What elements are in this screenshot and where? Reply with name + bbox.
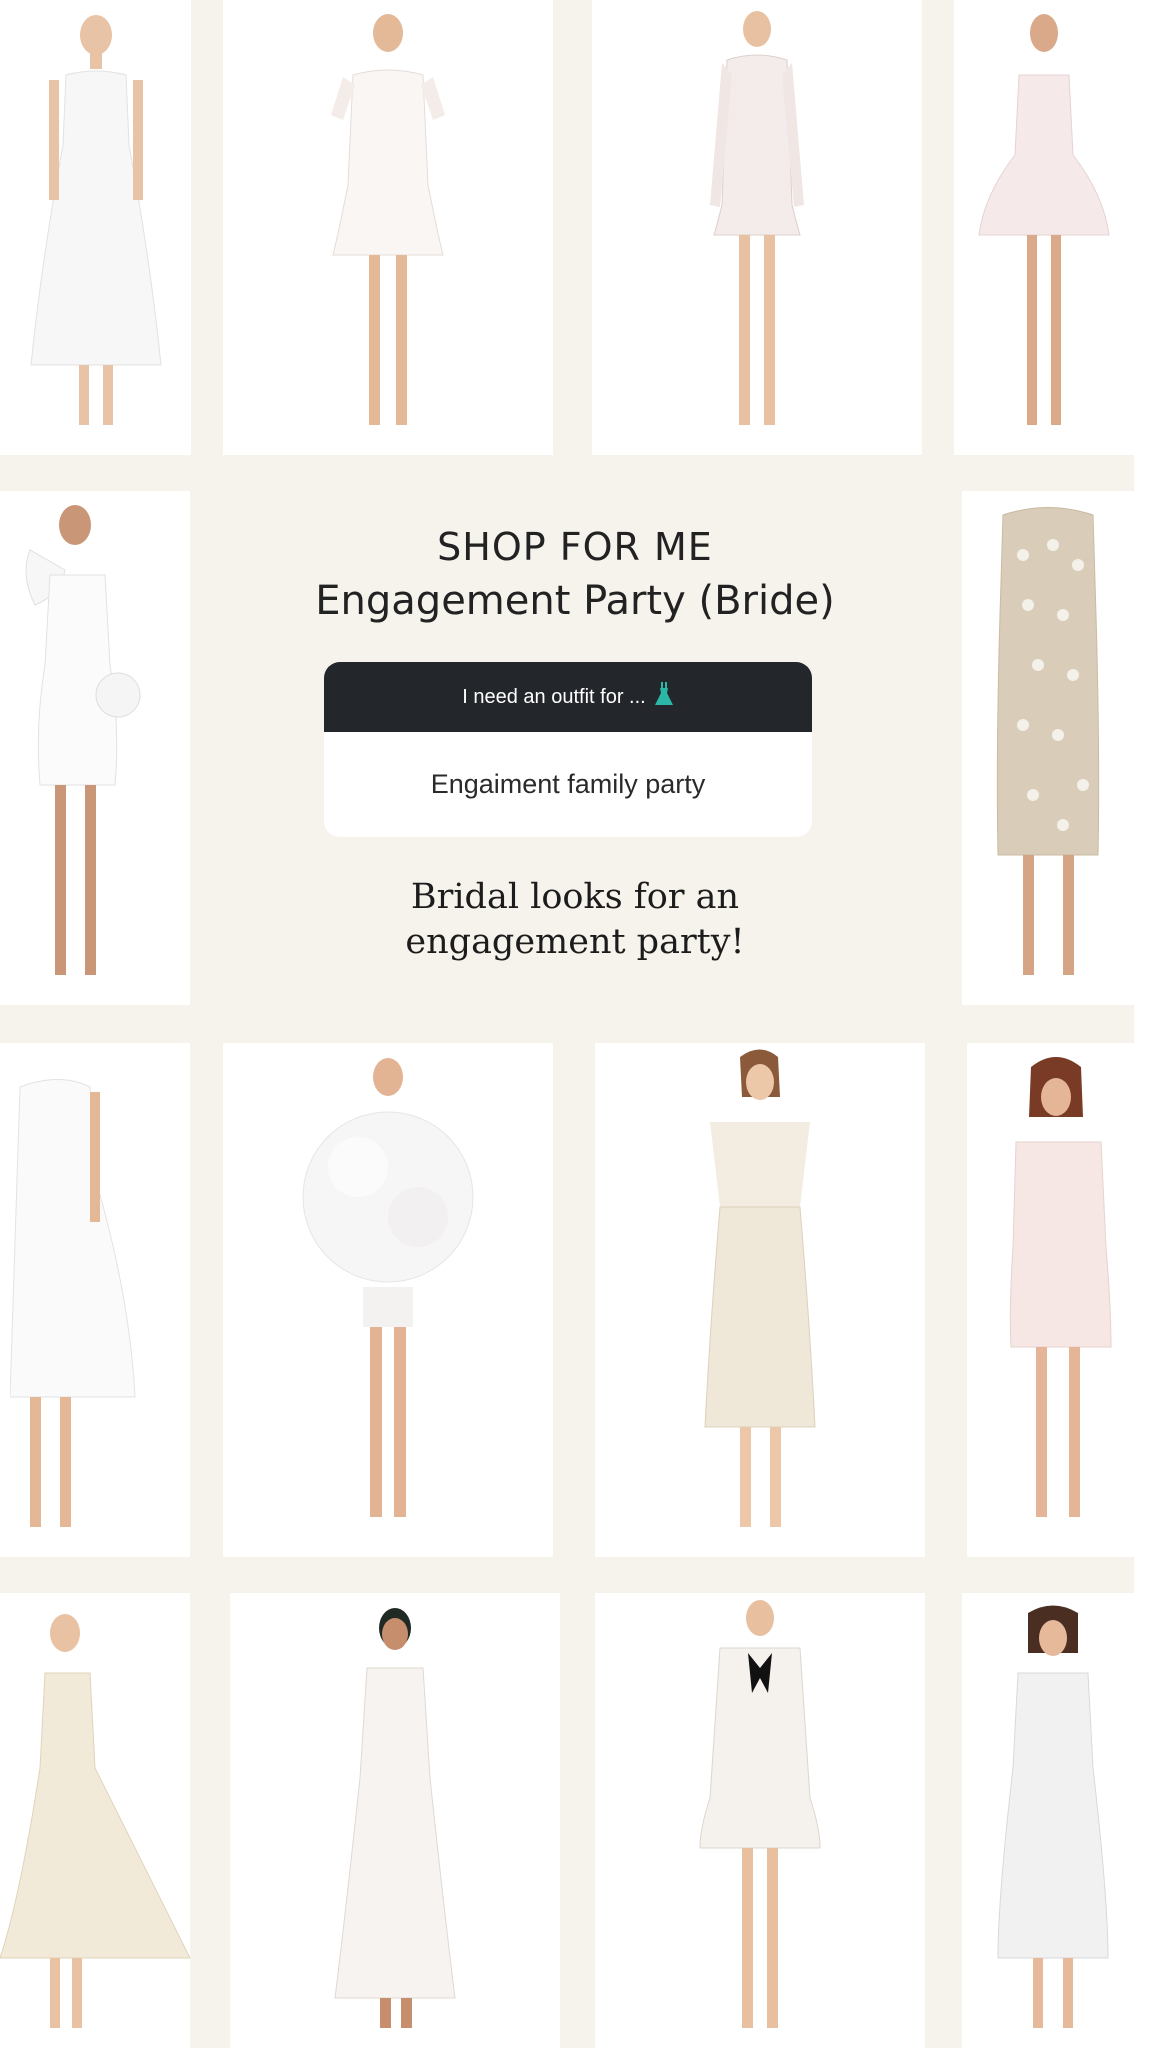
dress-figure [699, 1600, 821, 2028]
dress-figure [334, 1608, 456, 2028]
shop-for-me-page: SHOP FOR ME Engagement Party (Bride) I n… [0, 0, 1152, 2048]
dress-figure [10, 1079, 136, 1527]
dress-figure [996, 507, 1100, 975]
dress-figure [978, 14, 1110, 425]
product-tile[interactable] [0, 1043, 190, 1557]
shop-for-me-card: SHOP FOR ME Engagement Party (Bride) I n… [200, 487, 950, 1007]
product-tile[interactable] [595, 1593, 925, 2048]
dress-figure [704, 1049, 816, 1527]
tagline-line-1: Bridal looks for an [410, 877, 740, 917]
question-prompt-bar: I need an outfit for ... [324, 662, 812, 732]
dress-figure [331, 14, 445, 425]
dress-figure [997, 1605, 1109, 2028]
product-tile[interactable] [0, 491, 190, 1005]
product-tile[interactable] [962, 1593, 1134, 2048]
product-tile[interactable] [967, 1043, 1134, 1557]
product-tile[interactable] [230, 1593, 560, 2048]
page-subtitle: Engagement Party (Bride) [315, 578, 835, 624]
product-tile[interactable] [592, 0, 922, 455]
dress-figure [1009, 1057, 1112, 1517]
product-tile[interactable] [954, 0, 1134, 455]
dress-figure [0, 1614, 190, 2028]
dress-icon [654, 682, 674, 712]
dress-figure [710, 11, 804, 425]
dress-figure [25, 505, 141, 975]
product-tile[interactable] [962, 491, 1134, 1005]
page-title: SHOP FOR ME [437, 525, 713, 569]
dress-figure [302, 1058, 474, 1517]
question-prompt: I need an outfit for ... [462, 685, 646, 708]
question-answer: Engaiment family party [430, 769, 706, 799]
right-edge-gutter [1134, 0, 1152, 2048]
product-tile[interactable] [223, 0, 553, 455]
product-tile[interactable] [223, 1043, 553, 1557]
product-tile[interactable] [0, 0, 191, 455]
dress-figure [29, 15, 162, 425]
question-sticker[interactable]: I need an outfit for ... Engaiment famil… [324, 662, 812, 837]
product-tile[interactable] [0, 1593, 190, 2048]
tagline: Bridal looks for an engagement party! [200, 875, 950, 965]
product-tile[interactable] [595, 1043, 925, 1557]
tagline-line-2: engagement party! [405, 922, 745, 962]
